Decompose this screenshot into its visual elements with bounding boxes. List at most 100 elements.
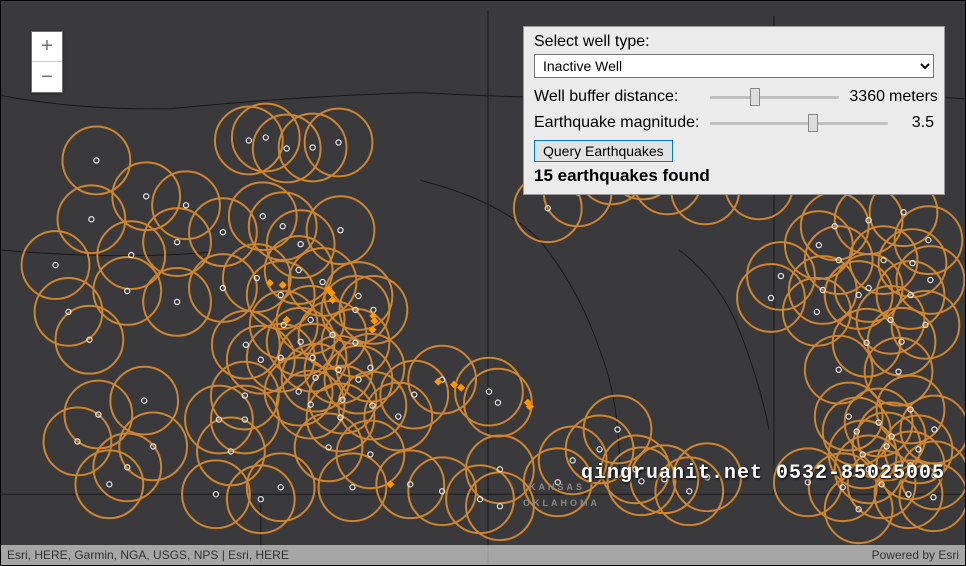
buffer-circle [295,414,363,482]
zoom-out-button[interactable]: − [32,62,62,92]
well-point [174,240,179,245]
well-point [107,482,112,487]
well-type-label: Select well type: [534,33,934,51]
buffer-circle [22,231,90,299]
query-panel: Select well type: Inactive Well Well buf… [523,26,945,195]
buffer-circle [895,206,963,274]
well-point [570,458,575,463]
buffer-circle [58,185,126,253]
well-point [597,447,602,452]
buffer-distance-value: 3360 [845,88,885,106]
zoom-controls: + − [31,31,63,93]
buffer-circle [655,457,723,525]
well-point [144,194,149,199]
buffer-circle [227,326,295,394]
attribution-left: Esri, HERE, Garmin, NGA, USGS, NPS | Esr… [7,548,289,562]
well-point [243,342,248,347]
well-point [486,389,491,394]
buffer-circle [566,416,634,484]
well-point [310,145,315,150]
buffer-circle [901,396,965,464]
well-point [639,479,644,484]
well-point [174,299,179,304]
query-earthquakes-button[interactable]: Query Earthquakes [534,140,673,162]
well-point [94,158,99,163]
well-point [350,485,355,490]
buffer-circle [212,311,280,379]
well-point [356,377,361,382]
well-point [555,480,560,485]
well-point [928,277,933,282]
magnitude-label: Earthquake magnitude: [534,114,704,132]
buffer-circle [805,336,873,404]
buffer-circle [408,346,476,414]
map-view[interactable]: KANSAS OKLAHOMA + − Select well type: In… [0,0,966,566]
well-point [296,389,301,394]
well-point [662,477,667,482]
buffer-distance-label: Well buffer distance: [534,88,704,106]
well-point [258,357,263,362]
buffer-circle [446,465,514,533]
buffer-circle [110,367,178,435]
well-point [278,292,283,297]
well-point [705,475,710,480]
buffer-circle [75,450,143,518]
buffer-circle [774,448,842,516]
well-point [308,317,313,322]
well-point [263,135,268,140]
well-point [396,414,401,419]
well-point [298,242,303,247]
buffer-circle [673,443,741,511]
well-point [246,138,251,143]
buffer-circle [112,162,180,230]
result-count-text: 15 earthquakes found [534,166,934,186]
buffer-circle [143,268,211,336]
well-point [53,262,58,267]
well-point [633,467,638,472]
buffer-circle [850,226,918,294]
magnitude-value: 3.5 [894,114,934,132]
well-point [368,452,373,457]
earthquake-point [434,378,442,386]
buffer-circle [93,257,161,325]
well-type-select[interactable]: Inactive Well [534,54,934,78]
buffer-circle [62,127,130,195]
buffer-circle [524,448,592,516]
buffer-circle [143,208,211,276]
well-point [220,230,225,235]
zoom-in-button[interactable]: + [32,32,62,62]
attribution-right: Powered by Esri [872,548,959,562]
well-point [778,273,783,278]
well-point [768,295,773,300]
well-point [816,243,821,248]
well-point [320,279,325,284]
buffer-circle [152,171,220,239]
well-point [183,203,188,208]
well-point [932,427,937,432]
buffer-distance-unit: meters [885,88,938,106]
attribution-bar: Esri, HERE, Garmin, NGA, USGS, NPS | Esr… [1,545,965,565]
buffer-circle [305,109,373,177]
well-point [278,485,283,490]
well-point [142,398,147,403]
buffer-circle [189,198,257,266]
magnitude-slider[interactable] [710,121,888,125]
earthquake-point [386,480,394,488]
earthquake-point [457,384,465,392]
well-point [814,309,819,314]
well-point [931,495,936,500]
well-point [336,140,341,145]
well-point [296,267,301,272]
buffer-circle [247,453,315,521]
well-point [89,217,94,222]
buffer-circle [868,308,936,376]
well-point [896,369,901,374]
buffer-circle [885,416,953,484]
earthquake-point [279,281,287,289]
well-point [497,504,502,509]
well-point [280,224,285,229]
well-point [260,214,265,219]
well-point [284,146,289,151]
well-point [836,367,841,372]
buffer-distance-slider[interactable] [710,95,839,99]
